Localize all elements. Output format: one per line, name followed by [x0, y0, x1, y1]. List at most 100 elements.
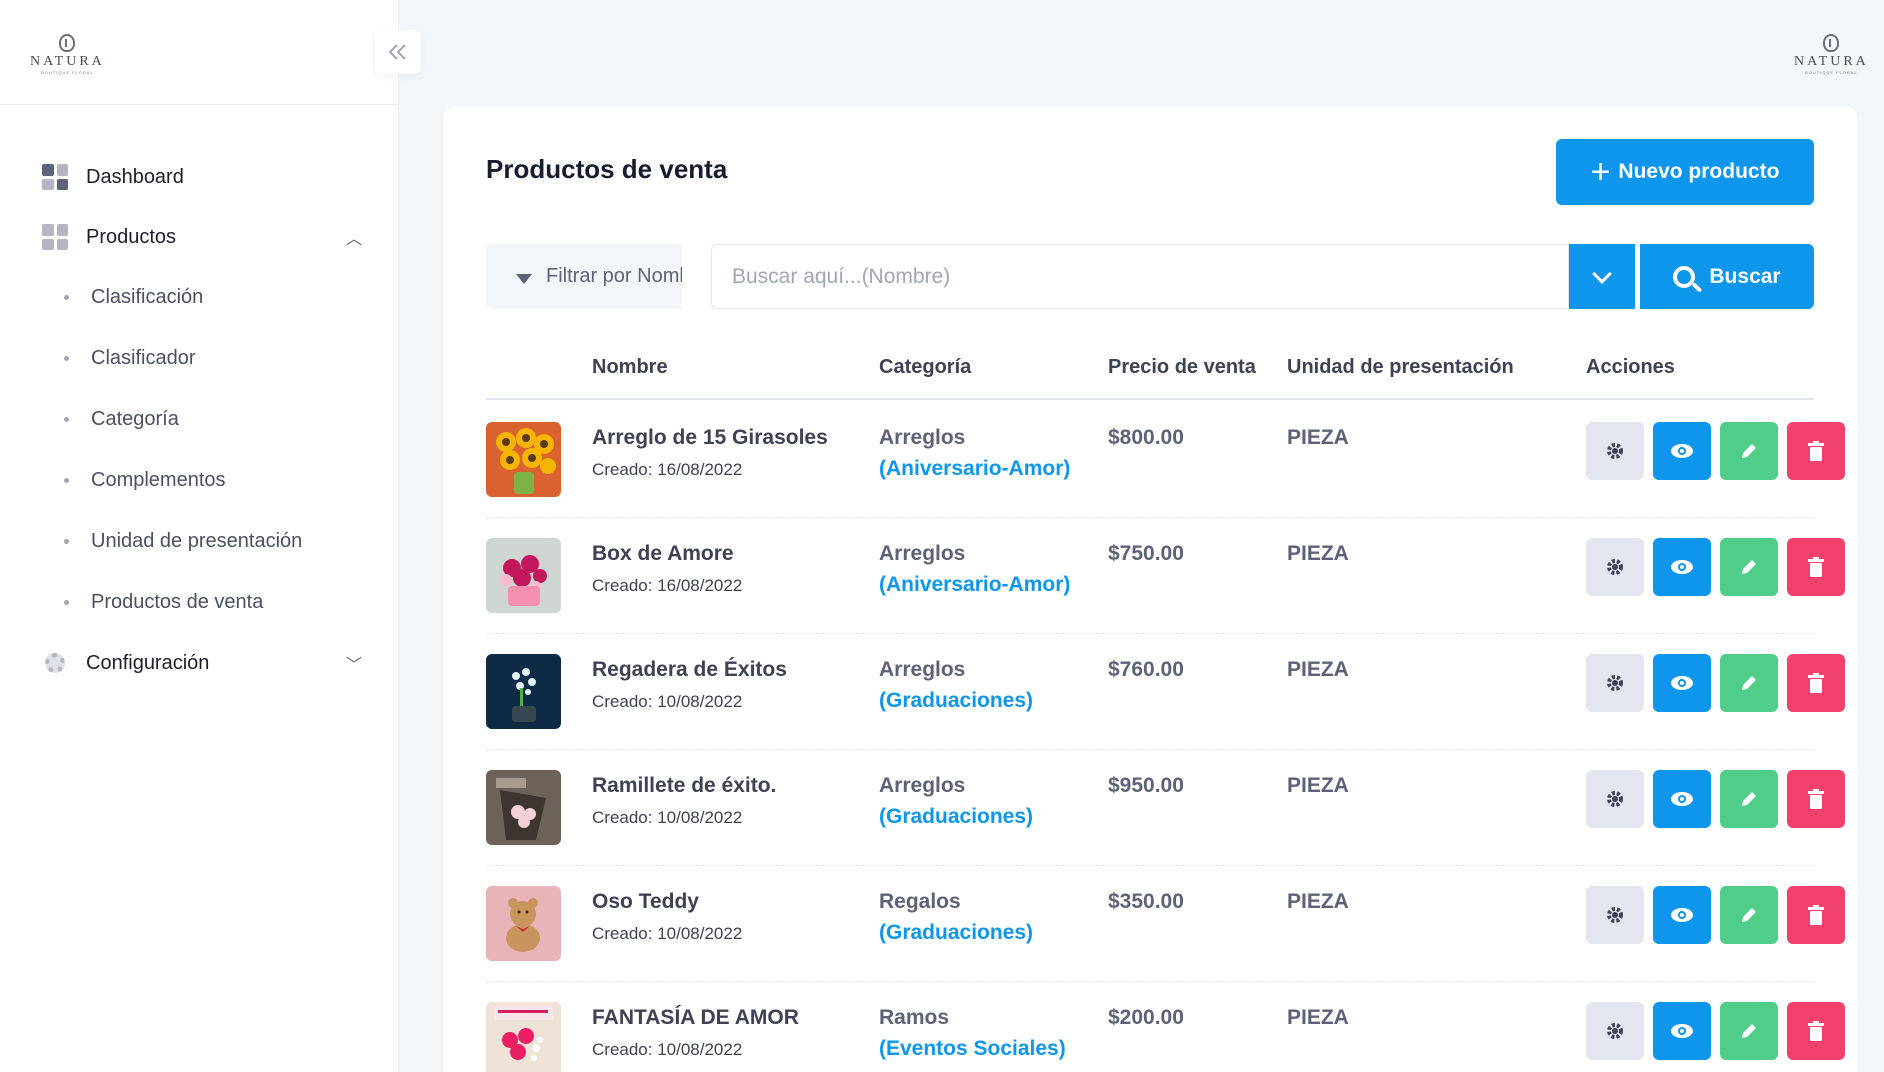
bullet-icon — [64, 295, 69, 300]
products-card: Productos de venta + Nuevo producto Filt… — [443, 106, 1857, 1072]
product-subcategory: (Eventos Sociales) — [879, 1037, 1066, 1060]
settings-button[interactable] — [1586, 770, 1644, 828]
sidebar-subitem-clasificador[interactable]: Clasificador — [0, 328, 398, 389]
view-button[interactable] — [1653, 538, 1711, 596]
settings-gear-icon — [42, 650, 68, 676]
sidebar-subitem-unidad-presentacion[interactable]: Unidad de presentación — [0, 511, 398, 572]
sidebar-item-productos[interactable]: Productos ︿ — [0, 207, 398, 267]
edit-button[interactable] — [1720, 1002, 1778, 1060]
grid-icon — [42, 224, 68, 250]
header-logo[interactable]: NATURA BOUTIQUE FLORAL — [1794, 34, 1869, 75]
settings-button[interactable] — [1586, 654, 1644, 712]
view-button[interactable] — [1653, 1002, 1711, 1060]
sidebar-item-dashboard[interactable]: Dashboard — [0, 147, 398, 207]
filter-label: Filtrar por Nombre — [546, 265, 682, 287]
brand-logo[interactable]: NATURA BOUTIQUE FLORAL — [30, 34, 105, 75]
product-name: Arreglo de 15 Girasoles — [592, 426, 828, 449]
pencil-icon — [1742, 792, 1756, 806]
search-input[interactable] — [711, 244, 1569, 309]
product-unit: PIEZA — [1287, 890, 1349, 913]
delete-button[interactable] — [1787, 770, 1845, 828]
delete-button[interactable] — [1787, 886, 1845, 944]
product-unit: PIEZA — [1287, 1006, 1349, 1029]
delete-button[interactable] — [1787, 1002, 1845, 1060]
sidebar-brand: NATURA BOUTIQUE FLORAL — [0, 0, 398, 105]
gear-icon — [1607, 675, 1623, 691]
edit-button[interactable] — [1720, 422, 1778, 480]
settings-button[interactable] — [1586, 538, 1644, 596]
delete-button[interactable] — [1787, 538, 1845, 596]
product-image[interactable] — [486, 770, 561, 845]
product-image[interactable] — [486, 654, 561, 729]
product-category: Regalos — [879, 890, 961, 913]
edit-button[interactable] — [1720, 538, 1778, 596]
sidebar-subitem-label: Productos de venta — [91, 591, 264, 613]
row-actions — [1586, 1002, 1845, 1060]
brand-logo-mark — [59, 34, 76, 52]
bullet-icon — [64, 356, 69, 361]
view-button[interactable] — [1653, 422, 1711, 480]
double-chevron-left-icon — [388, 44, 406, 60]
trash-icon — [1808, 557, 1824, 577]
delete-button[interactable] — [1787, 422, 1845, 480]
sidebar-subitem-productos-venta[interactable]: Productos de venta — [0, 572, 398, 633]
bullet-icon — [64, 600, 69, 605]
eye-icon — [1671, 560, 1693, 574]
sidebar-subitem-categoria[interactable]: Categoría — [0, 389, 398, 450]
search-button[interactable]: Buscar — [1640, 244, 1814, 309]
column-header-precio[interactable]: Precio de venta — [1108, 356, 1256, 379]
settings-button[interactable] — [1586, 886, 1644, 944]
sidebar-item-label: Configuración — [86, 651, 210, 674]
edit-button[interactable] — [1720, 886, 1778, 944]
sidebar-subitem-label: Clasificador — [91, 347, 196, 369]
product-category: Arreglos — [879, 542, 966, 565]
search-options-dropdown[interactable] — [1569, 244, 1635, 309]
product-name: Ramillete de éxito. — [592, 774, 777, 797]
product-created: Creado: 16/08/2022 — [592, 460, 743, 479]
sidebar-toggle-button[interactable] — [375, 30, 421, 74]
column-header-nombre[interactable]: Nombre — [592, 356, 668, 379]
product-subcategory: (Graduaciones) — [879, 689, 1034, 712]
sidebar-subitem-clasificacion[interactable]: Clasificación — [0, 267, 398, 328]
page-title: Productos de venta — [486, 154, 728, 184]
view-button[interactable] — [1653, 654, 1711, 712]
eye-icon — [1671, 908, 1693, 922]
product-image[interactable] — [486, 1002, 561, 1072]
product-image[interactable] — [486, 422, 561, 497]
delete-button[interactable] — [1787, 654, 1845, 712]
row-actions — [1586, 770, 1845, 828]
edit-button[interactable] — [1720, 654, 1778, 712]
product-price: $760.00 — [1108, 658, 1184, 681]
sidebar-menu: Dashboard Productos ︿ Clasificación Clas… — [0, 105, 398, 693]
product-image[interactable] — [486, 886, 561, 961]
view-button[interactable] — [1653, 886, 1711, 944]
table-row: Box de Amore Creado: 16/08/2022 Arreglos… — [486, 518, 1845, 634]
filter-row: Filtrar por Nombre Buscar — [486, 244, 1814, 309]
product-subcategory: (Graduaciones) — [879, 921, 1034, 944]
column-header-unidad[interactable]: Unidad de presentación — [1287, 356, 1514, 379]
sidebar-item-label: Dashboard — [86, 165, 184, 188]
product-unit: PIEZA — [1287, 774, 1349, 797]
filter-funnel-icon — [516, 273, 532, 284]
sidebar-item-configuracion[interactable]: Configuración ﹀ — [0, 633, 398, 693]
settings-button[interactable] — [1586, 422, 1644, 480]
settings-button[interactable] — [1586, 1002, 1644, 1060]
column-header-categoria[interactable]: Categoría — [879, 356, 971, 379]
gear-icon — [1607, 1023, 1623, 1039]
new-product-button[interactable]: + Nuevo producto — [1556, 139, 1814, 205]
product-image[interactable] — [486, 538, 561, 613]
view-button[interactable] — [1653, 770, 1711, 828]
filter-select[interactable]: Filtrar por Nombre — [486, 244, 682, 309]
table-row: FANTASÍA DE AMOR Creado: 10/08/2022 Ramo… — [486, 982, 1845, 1072]
product-price: $350.00 — [1108, 890, 1184, 913]
chevron-down-icon — [1592, 263, 1612, 284]
row-actions — [1586, 886, 1845, 944]
sidebar-subitem-label: Categoría — [91, 408, 179, 430]
sidebar-subitem-complementos[interactable]: Complementos — [0, 450, 398, 511]
bullet-icon — [64, 417, 69, 422]
edit-button[interactable] — [1720, 770, 1778, 828]
sidebar-subitem-label: Clasificación — [91, 286, 204, 308]
table-header: Nombre Categoría Precio de venta Unidad … — [486, 334, 1814, 400]
dashboard-icon — [42, 164, 68, 190]
product-subcategory: (Aniversario-Amor) — [879, 457, 1071, 480]
